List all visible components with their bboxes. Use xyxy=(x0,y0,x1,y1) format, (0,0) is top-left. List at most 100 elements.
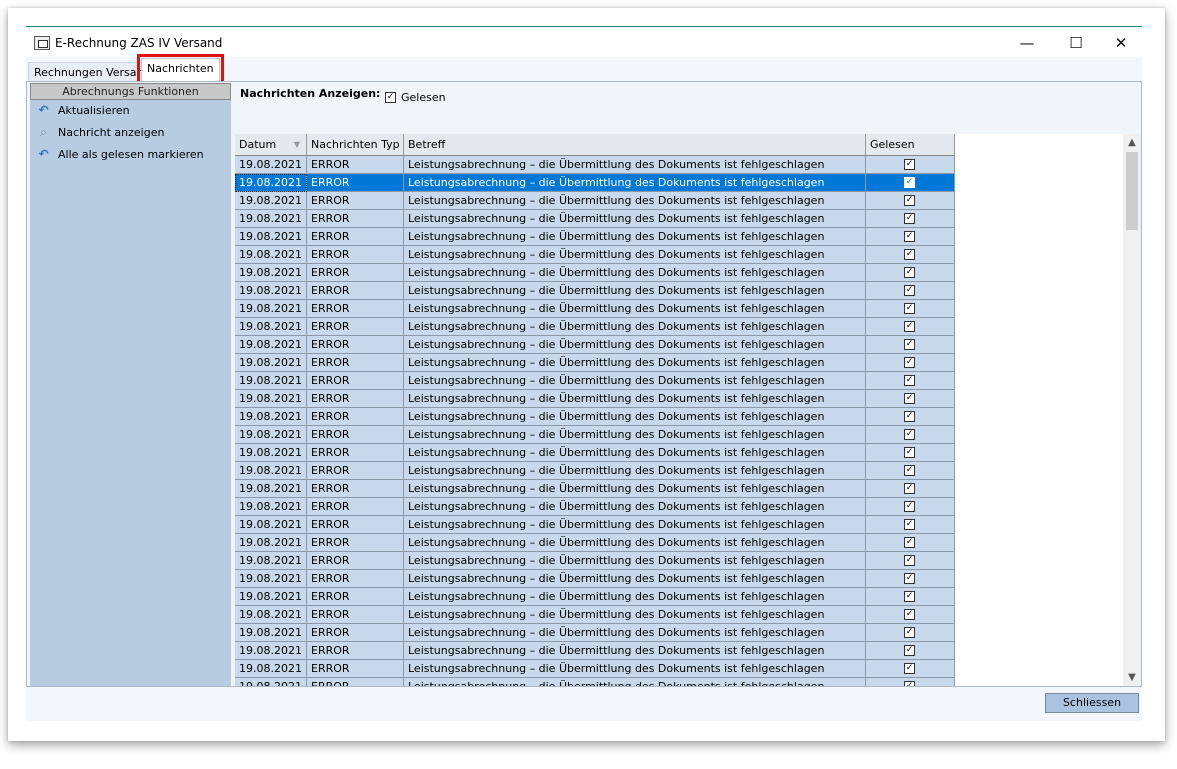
gelesen-checkbox[interactable]: ✓ xyxy=(904,231,915,242)
sidebar-item-label: Nachricht anzeigen xyxy=(58,126,165,139)
cell-betreff: Leistungsabrechnung – die Übermittlung d… xyxy=(404,318,866,336)
table-row[interactable]: 19.08.2021ERRORLeistungsabrechnung – die… xyxy=(235,408,955,426)
table-row[interactable]: 19.08.2021ERRORLeistungsabrechnung – die… xyxy=(235,660,955,678)
table-row[interactable]: 19.08.2021ERRORLeistungsabrechnung – die… xyxy=(235,606,955,624)
gelesen-checkbox[interactable]: ✓ xyxy=(904,501,915,512)
gelesen-checkbox[interactable]: ✓ xyxy=(904,411,915,422)
cell-datum: 19.08.2021 xyxy=(235,264,307,282)
gelesen-checkbox[interactable]: ✓ xyxy=(904,375,915,386)
gelesen-checkbox[interactable]: ✓ xyxy=(904,645,915,656)
table-row[interactable]: 19.08.2021ERRORLeistungsabrechnung – die… xyxy=(235,624,955,642)
gelesen-checkbox[interactable]: ✓ xyxy=(904,519,915,530)
gelesen-checkbox[interactable]: ✓ xyxy=(904,627,915,638)
table-row[interactable]: 19.08.2021ERRORLeistungsabrechnung – die… xyxy=(235,552,955,570)
table-row[interactable]: 19.08.2021ERRORLeistungsabrechnung – die… xyxy=(235,426,955,444)
cell-datum: 19.08.2021 xyxy=(235,408,307,426)
cell-datum: 19.08.2021 xyxy=(235,318,307,336)
cell-gelesen: ✓ xyxy=(866,264,955,282)
table-row[interactable]: 19.08.2021ERRORLeistungsabrechnung – die… xyxy=(235,390,955,408)
table-row[interactable]: 19.08.2021ERRORLeistungsabrechnung – die… xyxy=(235,192,955,210)
table-row[interactable]: 19.08.2021ERRORLeistungsabrechnung – die… xyxy=(235,282,955,300)
gelesen-checkbox[interactable]: ✓ xyxy=(904,267,915,278)
table-row[interactable]: 19.08.2021ERRORLeistungsabrechnung – die… xyxy=(235,156,955,174)
maximize-button[interactable]: ☐ xyxy=(1055,31,1097,55)
column-header-betreff[interactable]: Betreff xyxy=(404,134,866,155)
gelesen-checkbox[interactable]: ✓ xyxy=(904,321,915,332)
cell-betreff: Leistungsabrechnung – die Übermittlung d… xyxy=(404,264,866,282)
table-row[interactable]: 19.08.2021ERRORLeistungsabrechnung – die… xyxy=(235,642,955,660)
gelesen-checkbox[interactable]: ✓ xyxy=(904,555,915,566)
sidebar-item-alle-gelesen[interactable]: ↶ Alle als gelesen markieren xyxy=(30,144,231,166)
gelesen-checkbox[interactable]: ✓ xyxy=(904,393,915,404)
gelesen-checkbox[interactable]: ✓ xyxy=(904,429,915,440)
sidebar-item-nachricht-anzeigen[interactable]: ⌕ Nachricht anzeigen xyxy=(30,122,231,144)
gelesen-checkbox[interactable]: ✓ xyxy=(904,159,915,170)
table-row[interactable]: 19.08.2021ERRORLeistungsabrechnung – die… xyxy=(235,516,955,534)
sidebar-item-aktualisieren[interactable]: ↶ Aktualisieren xyxy=(30,100,231,122)
table-row[interactable]: 19.08.2021ERRORLeistungsabrechnung – die… xyxy=(235,354,955,372)
gelesen-checkbox[interactable]: ✓ xyxy=(904,681,915,686)
gelesen-checkbox[interactable]: ✓ xyxy=(904,609,915,620)
cell-datum: 19.08.2021 xyxy=(235,462,307,480)
table-row[interactable]: 19.08.2021ERRORLeistungsabrechnung – die… xyxy=(235,210,955,228)
vertical-scrollbar[interactable]: ▲ ▼ xyxy=(1123,134,1141,686)
scroll-thumb[interactable] xyxy=(1126,152,1138,230)
table-row[interactable]: 19.08.2021ERRORLeistungsabrechnung – die… xyxy=(235,336,955,354)
gelesen-checkbox[interactable]: ✓ xyxy=(904,339,915,350)
table-row[interactable]: 19.08.2021ERRORLeistungsabrechnung – die… xyxy=(235,588,955,606)
gelesen-checkbox[interactable]: ✓ xyxy=(904,195,915,206)
gelesen-checkbox[interactable]: ✓ xyxy=(904,303,915,314)
gelesen-checkbox[interactable]: ✓ xyxy=(904,573,915,584)
cell-betreff: Leistungsabrechnung – die Übermittlung d… xyxy=(404,480,866,498)
sidebar-item-label: Aktualisieren xyxy=(58,104,130,117)
cell-gelesen: ✓ xyxy=(866,444,955,462)
gelesen-filter-checkbox[interactable]: ✓ xyxy=(385,92,396,103)
gelesen-checkbox[interactable]: ✓ xyxy=(904,591,915,602)
minimize-button[interactable]: — xyxy=(1006,31,1048,55)
cell-typ: ERROR xyxy=(307,498,404,516)
cell-datum: 19.08.2021 xyxy=(235,678,307,686)
column-header-nachrichten-typ[interactable]: Nachrichten Typ xyxy=(307,134,404,155)
cell-gelesen: ✓ xyxy=(866,156,955,174)
gelesen-checkbox[interactable]: ✓ xyxy=(904,663,915,674)
table-row[interactable]: 19.08.2021ERRORLeistungsabrechnung – die… xyxy=(235,462,955,480)
table-row[interactable]: 19.08.2021ERRORLeistungsabrechnung – die… xyxy=(235,300,955,318)
table-row[interactable]: 19.08.2021ERRORLeistungsabrechnung – die… xyxy=(235,534,955,552)
table-row[interactable]: 19.08.2021ERRORLeistungsabrechnung – die… xyxy=(235,372,955,390)
schliessen-button[interactable]: Schliessen xyxy=(1045,693,1139,713)
scroll-up-icon[interactable]: ▲ xyxy=(1123,134,1141,151)
cell-datum: 19.08.2021 xyxy=(235,570,307,588)
gelesen-filter-label[interactable]: Gelesen xyxy=(401,91,446,104)
gelesen-checkbox[interactable]: ✓ xyxy=(904,357,915,368)
table-row[interactable]: 19.08.2021ERRORLeistungsabrechnung – die… xyxy=(235,678,955,686)
table-row[interactable]: 19.08.2021ERRORLeistungsabrechnung – die… xyxy=(235,228,955,246)
gelesen-checkbox[interactable]: ✓ xyxy=(904,483,915,494)
table-row[interactable]: 19.08.2021ERRORLeistungsabrechnung – die… xyxy=(235,570,955,588)
gelesen-checkbox[interactable]: ✓ xyxy=(904,285,915,296)
cell-typ: ERROR xyxy=(307,426,404,444)
cell-betreff: Leistungsabrechnung – die Übermittlung d… xyxy=(404,408,866,426)
gelesen-checkbox[interactable]: ✓ xyxy=(904,447,915,458)
gelesen-checkbox[interactable]: ✓ xyxy=(904,465,915,476)
tab-rechnungen-versand[interactable]: Rechnungen Versand xyxy=(28,62,157,82)
table-row[interactable]: 19.08.2021ERRORLeistungsabrechnung – die… xyxy=(235,174,955,192)
gelesen-checkbox[interactable]: ✓ xyxy=(904,537,915,548)
table-row[interactable]: 19.08.2021ERRORLeistungsabrechnung – die… xyxy=(235,480,955,498)
footer: Schliessen xyxy=(26,687,1142,721)
cell-gelesen: ✓ xyxy=(866,390,955,408)
grid-header: Datum ▼ Nachrichten Typ Betreff Gelesen xyxy=(235,134,955,156)
cell-typ: ERROR xyxy=(307,408,404,426)
gelesen-checkbox[interactable]: ✓ xyxy=(904,213,915,224)
table-row[interactable]: 19.08.2021ERRORLeistungsabrechnung – die… xyxy=(235,318,955,336)
scroll-down-icon[interactable]: ▼ xyxy=(1123,669,1141,686)
gelesen-checkbox[interactable]: ✓ xyxy=(904,177,915,188)
close-window-button[interactable]: ✕ xyxy=(1100,31,1142,55)
column-header-datum[interactable]: Datum ▼ xyxy=(235,134,307,155)
table-row[interactable]: 19.08.2021ERRORLeistungsabrechnung – die… xyxy=(235,264,955,282)
table-row[interactable]: 19.08.2021ERRORLeistungsabrechnung – die… xyxy=(235,444,955,462)
table-row[interactable]: 19.08.2021ERRORLeistungsabrechnung – die… xyxy=(235,246,955,264)
tab-nachrichten[interactable]: Nachrichten xyxy=(137,54,224,86)
table-row[interactable]: 19.08.2021ERRORLeistungsabrechnung – die… xyxy=(235,498,955,516)
gelesen-checkbox[interactable]: ✓ xyxy=(904,249,915,260)
column-header-gelesen[interactable]: Gelesen xyxy=(866,134,955,155)
